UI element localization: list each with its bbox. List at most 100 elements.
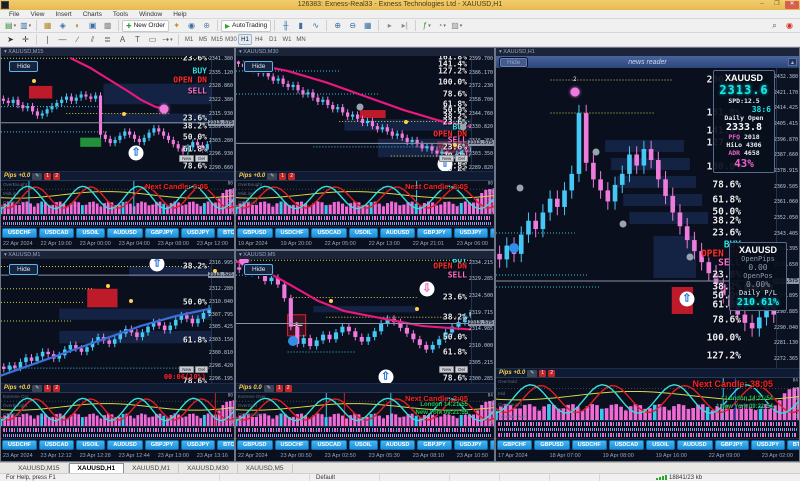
chart-plot-area[interactable]: Hide 2341.380 2335.120 2328.860 2322.380 231…: [1, 56, 234, 171]
price-scale[interactable]: 2341.380 2335.120 2328.860 2322.380 2315.930…: [207, 56, 234, 171]
timeframe-h4[interactable]: H4: [252, 34, 266, 45]
expert-advisor-icon[interactable]: ◉: [185, 20, 198, 32]
indicator-panel[interactable]: OverBought MidLine OverSold 80 50 30 0 Next Can…: [1, 180, 234, 214]
indicator-panel[interactable]: OverBought MidLine OverSold 80 50 30 0 Next Can…: [236, 180, 494, 214]
chart-plot-area[interactable]: ✛ Hide 2334.215 2329.285 2324.500 2319.715 2…: [236, 259, 494, 383]
timeframe-m15[interactable]: M15: [210, 34, 224, 45]
symbol-tab-usdcad[interactable]: USDCAD: [608, 439, 645, 450]
candlestick-icon[interactable]: ▮: [294, 20, 307, 32]
symbol-tab-audusd[interactable]: AUDUSD: [379, 227, 416, 238]
symbol-tab-gbpjpy[interactable]: GBPJPY: [144, 227, 180, 238]
menu-item-help[interactable]: Help: [168, 10, 191, 19]
chart-window-m1[interactable]: ▾ XAUUSD,M1 Hide 2316.9952314.7202312.28…: [0, 250, 235, 462]
menu-item-view[interactable]: View: [25, 10, 49, 19]
symbol-tab-usdchf[interactable]: USDCHF: [571, 439, 607, 450]
minimize-button[interactable]: –: [755, 1, 769, 9]
symbol-tab-btcusd[interactable]: BTCUSD: [786, 439, 799, 450]
symbol-tab-gbpchf[interactable]: GBPCHF: [497, 439, 533, 450]
chart-window-h1[interactable]: ▾ XAUUSD,H1 Hide news reader ▲ 2432.380 242…: [495, 47, 800, 462]
hide-button[interactable]: Hide: [244, 61, 274, 72]
zoom-out-icon[interactable]: ⊖: [346, 20, 359, 32]
pips-button-2[interactable]: 2: [284, 384, 292, 392]
symbol-tab-audusd[interactable]: AUDUSD: [107, 439, 143, 450]
symbol-tab-usdcad[interactable]: USDCAD: [38, 439, 75, 450]
strategy-tester-icon[interactable]: ▩: [101, 20, 114, 32]
price-scale[interactable]: 2399.700 2386.170 2372.230 2358.700 2344.760…: [467, 56, 494, 171]
new-button[interactable]: New: [439, 154, 455, 162]
new-chart-dropdown[interactable]: ▤ ▾: [4, 20, 17, 32]
symbol-tab-gbpjpy[interactable]: GBPJPY: [144, 439, 180, 450]
chart-shift-icon[interactable]: ▸|: [398, 20, 411, 32]
fibonacci-tool[interactable]: ≣: [101, 34, 114, 46]
status-profile[interactable]: Default: [310, 473, 380, 481]
profiles-dropdown[interactable]: ▥ ▾: [19, 20, 32, 32]
indicator-panel[interactable]: Extreme Osc OverBought OverSold 80 50 0: [1, 392, 234, 426]
symbol-tab-usdjpy[interactable]: USDJPY: [750, 439, 785, 450]
hide-button[interactable]: Hide: [9, 264, 39, 275]
pips-button-2[interactable]: 2: [53, 172, 61, 180]
symbol-tab-usoil[interactable]: USOIL: [76, 439, 106, 450]
timeframe-mn[interactable]: MN: [294, 34, 308, 45]
hide-button[interactable]: Hide: [9, 61, 39, 72]
pencil-icon[interactable]: ✎: [32, 172, 43, 180]
menu-item-insert[interactable]: Insert: [50, 10, 76, 19]
symbol-tab-usdcad[interactable]: USDCAD: [311, 439, 347, 450]
symbol-tab-gbpusd[interactable]: GBPUSD: [237, 439, 273, 450]
symbol-tab-btcusd[interactable]: BTCUSD: [217, 439, 234, 450]
chart-plot-area[interactable]: Hide 2316.9952314.7202312.2802310.040230…: [1, 259, 234, 383]
data-window-icon[interactable]: ◈: [56, 20, 69, 32]
symbol-tab-audusd[interactable]: AUDUSD: [379, 439, 416, 450]
timeframe-h1[interactable]: H1: [238, 34, 252, 45]
timeframe-d1[interactable]: D1: [266, 34, 280, 45]
channel-tool[interactable]: ⫽: [86, 34, 99, 46]
symbol-tab-audusd[interactable]: AUDUSD: [107, 227, 143, 238]
menu-item-tools[interactable]: Tools: [108, 10, 133, 19]
pips-button-1[interactable]: 1: [44, 384, 52, 392]
metaeditor-icon[interactable]: ⊕: [200, 20, 213, 32]
new-button[interactable]: New: [179, 154, 195, 162]
pencil-icon[interactable]: ✎: [263, 384, 274, 392]
horizontal-line-tool[interactable]: ―: [56, 34, 69, 46]
cursor-tool[interactable]: ➤: [4, 34, 17, 46]
doctab-xauusd-m1[interactable]: XAUUSD,M1: [124, 464, 180, 473]
hide-button[interactable]: Hide: [244, 264, 274, 275]
pips-button-1[interactable]: 1: [279, 172, 287, 180]
pips-button-1[interactable]: 1: [44, 172, 52, 180]
alert-icon[interactable]: ◉: [783, 20, 796, 32]
pips-button-1[interactable]: 1: [275, 384, 283, 392]
pencil-icon[interactable]: ✎: [267, 172, 278, 180]
doctab-xauusd-m15[interactable]: XAUUSD,M15: [10, 464, 69, 473]
trendline-tool[interactable]: ∕: [71, 34, 84, 46]
search-icon[interactable]: ⌕: [768, 20, 781, 32]
symbol-tab-usdjpy[interactable]: USDJPY: [181, 439, 216, 450]
vertical-line-tool[interactable]: ❘: [41, 34, 54, 46]
text-tool[interactable]: A: [116, 34, 129, 46]
price-scale[interactable]: 2334.215 2329.285 2324.500 2319.715 2314.985…: [467, 259, 494, 383]
chart-window-m15[interactable]: ▾ XAUUSD,M15 Hide 2341.380 2335.120 2328.8…: [0, 47, 235, 250]
symbol-tab-usdjpy[interactable]: USDJPY: [453, 227, 488, 238]
timeframe-m30[interactable]: M30: [224, 34, 238, 45]
indicator-panel[interactable]: OverSold Mid OverBought Extreme Over 84 58 32 2…: [496, 377, 799, 420]
del-button[interactable]: Del: [195, 154, 208, 162]
symbol-tab-btcusd[interactable]: BTCUSD: [217, 227, 234, 238]
symbol-tab-gbpusd[interactable]: GBPUSD: [237, 227, 273, 238]
price-scale[interactable]: 2316.9952314.7202312.2802310.0402307.795…: [207, 259, 234, 383]
symbol-tab-usoil[interactable]: USOIL: [646, 439, 676, 450]
template-dropdown[interactable]: ▨ ▾: [450, 20, 463, 32]
pips-button-2[interactable]: 2: [548, 369, 556, 377]
tile-windows-icon[interactable]: ▦: [361, 20, 374, 32]
symbol-tab-usdjpy[interactable]: USDJPY: [181, 227, 216, 238]
symbol-tab-btcusd[interactable]: BTCUSD: [489, 439, 494, 450]
new-button[interactable]: New: [439, 365, 455, 373]
maximize-button[interactable]: ❐: [770, 1, 784, 9]
indicator-list-dropdown[interactable]: ƒ ▾: [420, 20, 433, 32]
collapse-icon[interactable]: ▲: [788, 58, 797, 66]
del-button[interactable]: Del: [195, 365, 208, 373]
timeframe-m1[interactable]: M1: [182, 34, 196, 45]
symbol-tab-usdchf[interactable]: USDCHF: [2, 439, 37, 450]
crosshair-tool[interactable]: ✛: [19, 34, 32, 46]
symbol-tab-btcusd[interactable]: BTCUSD: [489, 227, 494, 238]
hide-button[interactable]: Hide: [500, 57, 528, 67]
symbol-tab-usoil[interactable]: USOIL: [348, 227, 378, 238]
doctab-xauusd-m30[interactable]: XAUUSD,M30: [179, 464, 238, 473]
